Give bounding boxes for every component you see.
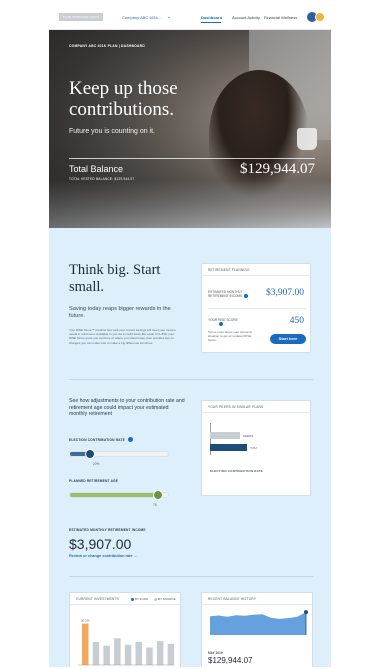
peer-chart-caption: ELECTION CONTRIBUTION RATE [210, 469, 263, 473]
info-icon[interactable] [219, 322, 223, 326]
start-here-button[interactable]: Start here [270, 334, 306, 344]
notification-avatar[interactable] [315, 12, 325, 22]
hero-subtitle: Future you is counting on it. [69, 128, 155, 135]
est-monthly-label: ESTIMATED MONTHLY RETIREMENT INCOME [69, 528, 146, 532]
card-heading: YOUR PEERS IN SIMILAR PLANS [202, 401, 310, 413]
balance-history-card: RECENT BALANCE HISTORY MAY 2019 $129,944… [201, 592, 313, 667]
contribution-rate-label: ELECTION CONTRIBUTION RATE [69, 438, 125, 442]
contribution-rate-slider[interactable] [69, 449, 169, 459]
investment-bar[interactable] [124, 644, 132, 665]
vested-balance-label: TOTAL VESTED BALANCE: $129,944.07 [69, 177, 135, 181]
peers-card: YOUR PEERS IN SIMILAR PLANS PEERS YOU EL… [201, 400, 311, 496]
contribution-slider-handle[interactable] [85, 449, 95, 459]
nav-dashboard[interactable]: Dashboard [201, 15, 222, 20]
peer-bar-you [210, 444, 248, 451]
hero-title: Keep up those contributions. [69, 78, 178, 120]
investment-top-label: 30.2% [81, 619, 90, 623]
intro-description: Your RISE Score™ predicts how well your … [69, 328, 176, 345]
history-area [210, 612, 306, 635]
balance-history-chart [210, 610, 308, 635]
total-balance-value: $129,944.07 [240, 161, 315, 177]
hero-banner: COMPANY ABC 401K PLAN | DASHBOARD Keep u… [49, 30, 331, 228]
investment-bar[interactable] [135, 642, 143, 665]
card-divider [208, 308, 306, 309]
chevron-down-icon[interactable]: ⌄ [167, 14, 171, 20]
legend-fund-dot [131, 598, 134, 601]
dashboard-page: PLAN SPONSOR LOGO Company ABC 401k... ⌄ … [49, 6, 331, 667]
retirement-age-label: PLANNED RETIREMENT AGE [69, 479, 119, 483]
info-icon[interactable] [244, 294, 248, 298]
investment-bar[interactable] [103, 645, 110, 665]
investment-bar[interactable] [167, 643, 175, 665]
breadcrumb: COMPANY ABC 401K PLAN | DASHBOARD [69, 44, 145, 48]
hero-divider [69, 158, 315, 159]
contribution-rate-value: 20% [93, 462, 100, 466]
sponsor-logo: PLAN SPONSOR LOGO [59, 13, 103, 21]
peer-bar-label: YOU [250, 446, 257, 450]
retirement-slider-handle[interactable] [153, 490, 163, 500]
intro-subtitle: Saving today reaps bigger rewards in the… [69, 306, 171, 319]
current-investments-card: CURRENT INVESTMENTS BY FUND BY SOURCE 30… [69, 592, 181, 667]
top-header: PLAN SPONSOR LOGO Company ABC 401k... ⌄ … [49, 6, 331, 30]
nav-financial-wellness[interactable]: Financial Wellness [264, 15, 297, 20]
peer-bar-peers [210, 432, 240, 439]
investment-bar[interactable] [82, 623, 89, 665]
investment-bar[interactable] [156, 641, 164, 665]
retirement-age-value: 75 [153, 503, 157, 507]
adjust-description: See how adjustments to your contribution… [69, 398, 185, 418]
est-income-value: $3,907.00 [266, 288, 304, 298]
history-value: $129,944.07 [208, 656, 253, 665]
nav-active-indicator [201, 22, 221, 23]
investment-bar[interactable] [114, 638, 121, 665]
retirement-planning-card: RETIREMENT PLANNING ESTIMATED MONTHLY RE… [201, 263, 311, 353]
section-divider [69, 379, 313, 380]
rise-score-description: Tell us more about your personal situati… [208, 330, 252, 342]
legend-source-dot [154, 598, 157, 601]
investment-bar[interactable] [92, 642, 100, 665]
intro-title: Think big. Start small. [69, 262, 161, 295]
peer-bar-label: PEERS [243, 434, 254, 438]
investment-bar[interactable] [146, 647, 153, 665]
plan-selector[interactable]: Company ABC 401k... [122, 15, 161, 20]
history-date: MAY 2019 [208, 651, 223, 655]
history-marker-dot[interactable] [304, 610, 308, 615]
rise-score-value: 450 [289, 316, 304, 326]
legend-by-fund[interactable]: BY FUND [135, 597, 148, 601]
review-contribution-link[interactable]: Review or change contribution rate → [69, 554, 137, 558]
rise-score-label: YOUR RISE SCORE [208, 318, 238, 322]
info-icon[interactable] [128, 437, 133, 442]
retirement-slider-fill [70, 493, 158, 497]
card-heading: RECENT BALANCE HISTORY [202, 593, 312, 605]
est-monthly-value: $3,907.00 [69, 536, 132, 552]
card-heading: RETIREMENT PLANNING [202, 264, 310, 276]
nav-account-activity[interactable]: Account Activity [232, 15, 260, 20]
retirement-age-slider[interactable] [69, 490, 169, 500]
total-balance-label: Total Balance [69, 164, 124, 174]
legend-by-source[interactable]: BY SOURCE [158, 597, 176, 601]
investments-bar-chart: 30.2% [78, 619, 175, 666]
section-divider [69, 576, 313, 577]
